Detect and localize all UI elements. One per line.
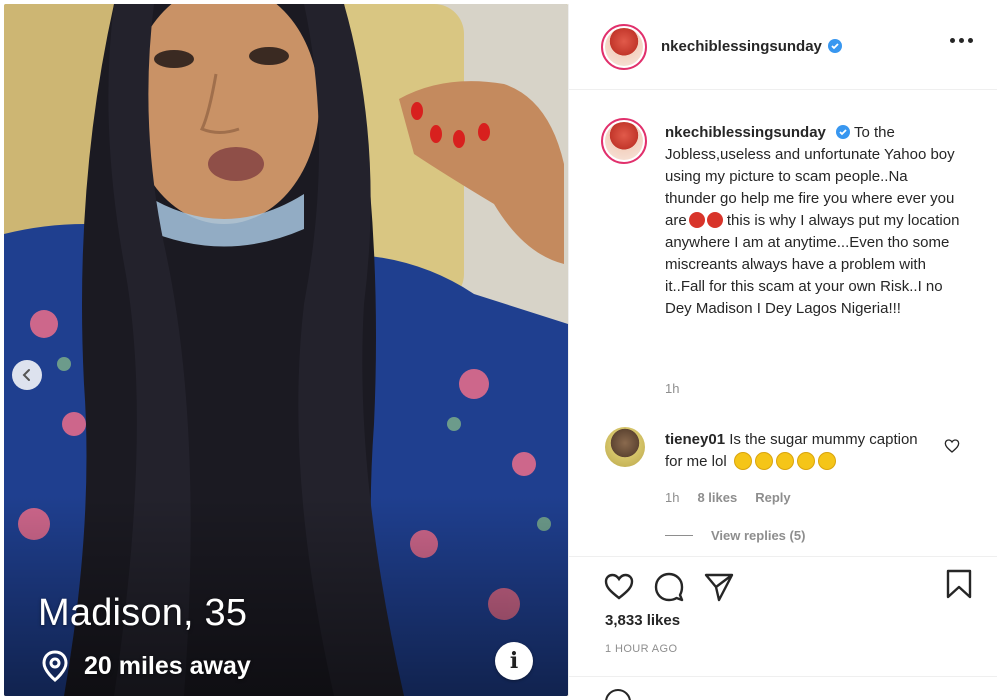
add-comment-row xyxy=(569,676,997,700)
post-time-ago: 1 HOUR AGO xyxy=(605,643,678,655)
view-replies-button[interactable]: View replies (5) xyxy=(665,528,805,543)
caption-body-end: this is why I always put my location any… xyxy=(665,212,960,317)
instagram-post: nkechiblessingsunday nkechiblessingsunda… xyxy=(568,4,997,700)
comment-icon[interactable] xyxy=(653,571,685,603)
comment-likes[interactable]: 8 likes xyxy=(697,490,737,505)
replies-divider xyxy=(665,535,693,536)
commenter-avatar[interactable] xyxy=(605,427,645,467)
profile-photo: Madison, 35 20 miles away i xyxy=(4,4,568,696)
laughing-emoji-icon xyxy=(733,452,752,470)
profile-distance: 20 miles away xyxy=(42,650,251,682)
post-actions xyxy=(569,556,997,616)
profile-name-age: Madison, 35 xyxy=(38,592,248,634)
angry-face-icon xyxy=(706,212,723,228)
laughing-emoji-icon xyxy=(775,452,794,470)
previous-photo-button[interactable] xyxy=(12,360,42,390)
comment-item: tieney01 Is the sugar mummy caption for … xyxy=(605,427,975,473)
location-pin-icon xyxy=(42,650,68,682)
post-caption: nkechiblessingsunday To the Jobless,usel… xyxy=(601,118,971,320)
laughing-emoji-icon xyxy=(754,452,773,470)
share-icon[interactable] xyxy=(703,571,735,603)
angry-face-icon xyxy=(688,212,705,228)
commenter-username[interactable]: tieney01 xyxy=(665,431,725,448)
verified-badge-icon xyxy=(836,125,851,139)
post-header: nkechiblessingsunday xyxy=(569,4,997,90)
heart-icon[interactable] xyxy=(603,571,635,603)
caption-text: nkechiblessingsunday To the Jobless,usel… xyxy=(665,122,961,320)
likes-count[interactable]: 3,833 likes xyxy=(605,612,680,629)
view-replies-label: View replies (5) xyxy=(711,528,806,543)
reply-button[interactable]: Reply xyxy=(755,490,790,505)
caption-username[interactable]: nkechiblessingsunday xyxy=(665,124,826,141)
profile-info-button[interactable]: i xyxy=(495,642,533,680)
info-icon: i xyxy=(509,648,519,674)
bookmark-icon[interactable] xyxy=(944,568,974,600)
comment-like-heart-icon[interactable] xyxy=(944,438,960,454)
author-username[interactable]: nkechiblessingsunday xyxy=(661,38,842,55)
distance-text: 20 miles away xyxy=(84,651,251,680)
comment-text: tieney01 Is the sugar mummy caption for … xyxy=(665,429,925,473)
laughing-emoji-icon xyxy=(817,452,836,470)
caption-timestamp[interactable]: 1h xyxy=(665,381,679,396)
author-avatar[interactable] xyxy=(601,23,647,70)
caption-avatar[interactable] xyxy=(601,118,647,164)
chevron-left-icon xyxy=(22,369,30,381)
emoji-icon[interactable] xyxy=(605,689,631,700)
laughing-emoji-icon xyxy=(796,452,815,470)
more-options-icon[interactable] xyxy=(950,38,973,43)
verified-badge-icon xyxy=(827,39,842,53)
comment-timestamp[interactable]: 1h xyxy=(665,490,679,505)
comment-meta: 1h 8 likes Reply xyxy=(665,490,791,505)
